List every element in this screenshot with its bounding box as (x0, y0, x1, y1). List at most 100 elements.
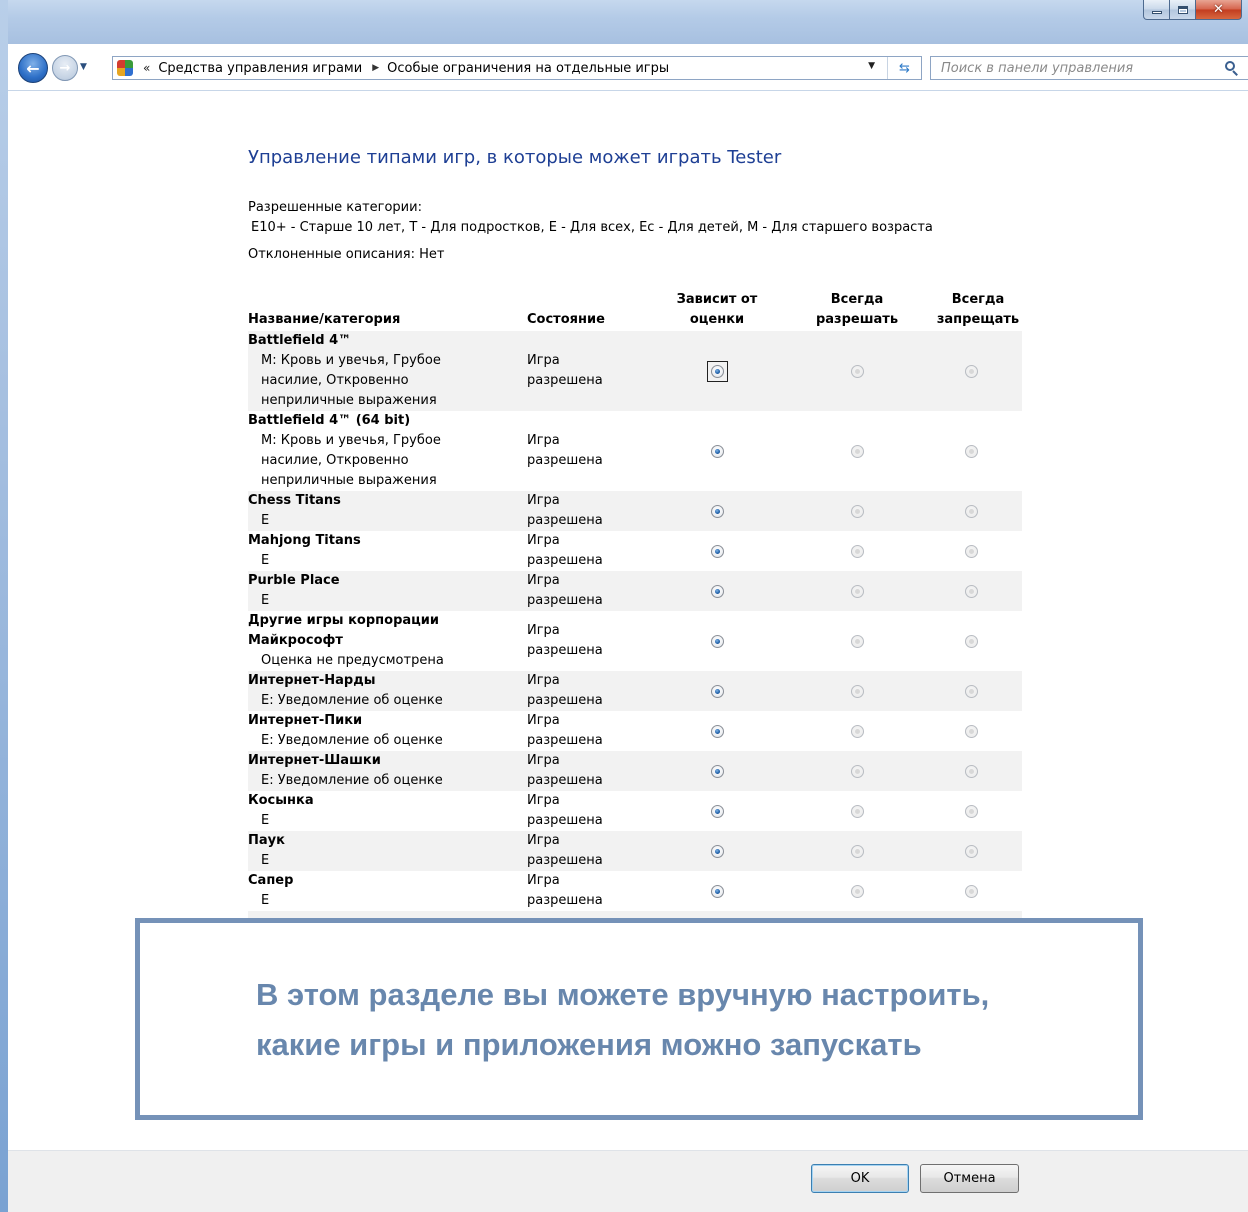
game-rating-desc: E (261, 593, 270, 608)
window-frame-left (0, 0, 8, 1212)
game-state: Игра разрешена (527, 793, 603, 828)
rating-radio[interactable] (710, 444, 724, 458)
allow-radio-cell (792, 531, 922, 571)
game-name: Mahjong Titans (248, 533, 361, 548)
allow-radio[interactable] (850, 804, 864, 818)
table-row: Battlefield 4™ M: Кровь и увечья, Грубое… (248, 331, 1022, 411)
rating-radio[interactable] (710, 884, 724, 898)
minimize-button[interactable] (1143, 0, 1170, 20)
block-radio[interactable] (964, 634, 978, 648)
block-radio[interactable] (964, 764, 978, 778)
rating-radio[interactable] (710, 844, 724, 858)
block-radio[interactable] (964, 444, 978, 458)
table-row: Другие игры корпорации Майкрософт Оценка… (248, 611, 1022, 671)
block-radio[interactable] (964, 584, 978, 598)
callout-text: В этом разделе вы можете вручную настрои… (256, 970, 989, 1070)
allow-radio[interactable] (850, 844, 864, 858)
allow-radio-cell (792, 751, 922, 791)
game-rating-desc: E (261, 853, 270, 868)
allow-radio[interactable] (850, 634, 864, 648)
callout-line-2: какие игры и приложения можно запускать (256, 1027, 922, 1062)
rating-radio-cell (652, 791, 782, 831)
table-row: Интернет-Нарды E: Уведомление об оценке … (248, 671, 1022, 711)
allow-radio[interactable] (850, 584, 864, 598)
column-header-rating: Зависит от оценки (676, 292, 758, 327)
allow-radio[interactable] (850, 884, 864, 898)
address-bar[interactable]: « Средства управления играми ▶ Особые ог… (112, 56, 922, 80)
table-header: Название/категория Состояние Зависит от … (248, 289, 1022, 331)
games-table: Название/категория Состояние Зависит от … (248, 289, 1022, 931)
table-row: Паук E Игра разрешена (248, 831, 1022, 871)
game-rating-desc: M: Кровь и увечья, Грубое насилие, Откро… (261, 353, 441, 408)
allow-radio-cell (792, 791, 922, 831)
close-button[interactable]: ✕ (1196, 0, 1242, 20)
rating-radio[interactable] (710, 804, 724, 818)
allow-radio[interactable] (850, 724, 864, 738)
block-radio[interactable] (964, 504, 978, 518)
game-state: Игра разрешена (527, 713, 603, 748)
game-name: Паук (248, 833, 285, 848)
arrow-left-icon: ← (26, 58, 40, 78)
block-radio[interactable] (964, 804, 978, 818)
block-radio[interactable] (964, 844, 978, 858)
allow-radio[interactable] (850, 764, 864, 778)
search-input[interactable] (941, 60, 1211, 76)
allow-radio[interactable] (850, 364, 864, 378)
allow-radio-cell (792, 571, 922, 611)
block-radio[interactable] (964, 724, 978, 738)
rating-radio-cell (652, 621, 782, 661)
forward-button[interactable]: → (52, 55, 78, 81)
breadcrumb-parental-controls-games[interactable]: Средства управления играми (158, 61, 362, 76)
block-radio-cell (906, 791, 1036, 831)
address-dropdown-icon[interactable]: ▼ (868, 61, 875, 71)
rating-radio[interactable] (710, 634, 724, 648)
arrow-right-icon: → (59, 60, 71, 76)
table-row: Mahjong Titans E Игра разрешена (248, 531, 1022, 571)
breadcrumb-separator-icon[interactable]: ▶ (372, 63, 379, 73)
rating-radio-cell (652, 571, 782, 611)
cancel-button[interactable]: Отмена (920, 1164, 1019, 1193)
search-box[interactable] (930, 56, 1248, 80)
block-radio-cell (906, 491, 1036, 531)
allow-radio[interactable] (850, 444, 864, 458)
rating-radio[interactable] (710, 364, 724, 378)
table-row: Косынка E Игра разрешена (248, 791, 1022, 831)
focus-rect (706, 360, 728, 382)
game-state: Игра разрешена (527, 673, 603, 708)
game-state: Игра разрешена (527, 833, 603, 868)
block-radio[interactable] (964, 544, 978, 558)
refresh-button[interactable]: ⇆ (887, 57, 921, 79)
recent-pages-dropdown[interactable]: ▼ (80, 62, 87, 72)
rating-radio[interactable] (710, 544, 724, 558)
game-rating-desc: Оценка не предусмотрена (261, 653, 444, 668)
search-icon[interactable] (1224, 60, 1240, 76)
rating-radio[interactable] (710, 584, 724, 598)
block-radio[interactable] (964, 884, 978, 898)
block-radio[interactable] (964, 364, 978, 378)
ok-button[interactable]: OK (811, 1164, 909, 1193)
allow-radio[interactable] (850, 544, 864, 558)
game-state: Игра разрешена (527, 753, 603, 788)
chevron-down-icon: ▼ (80, 62, 87, 72)
game-rating-desc: E (261, 513, 270, 528)
table-row: Chess Titans E Игра разрешена (248, 491, 1022, 531)
rating-radio[interactable] (710, 764, 724, 778)
allow-radio[interactable] (850, 684, 864, 698)
title-bar[interactable] (0, 0, 1248, 44)
rating-radio[interactable] (710, 684, 724, 698)
block-radio[interactable] (964, 684, 978, 698)
game-state: Игра разрешена (527, 623, 603, 658)
rating-radio-cell (652, 491, 782, 531)
rating-radio[interactable] (710, 724, 724, 738)
maximize-icon (1177, 5, 1188, 14)
caption-buttons: ✕ (1143, 0, 1248, 26)
rating-radio[interactable] (710, 504, 724, 518)
back-button[interactable]: ← (18, 53, 48, 83)
maximize-button[interactable] (1170, 0, 1196, 20)
block-radio-cell (906, 351, 1036, 391)
breadcrumb-game-overrides[interactable]: Особые ограничения на отдельные игры (387, 61, 669, 76)
column-header-allow: Всегда разрешать (815, 292, 899, 327)
allow-radio[interactable] (850, 504, 864, 518)
allow-radio-cell (792, 871, 922, 911)
breadcrumb-overflow[interactable]: « (143, 61, 150, 75)
